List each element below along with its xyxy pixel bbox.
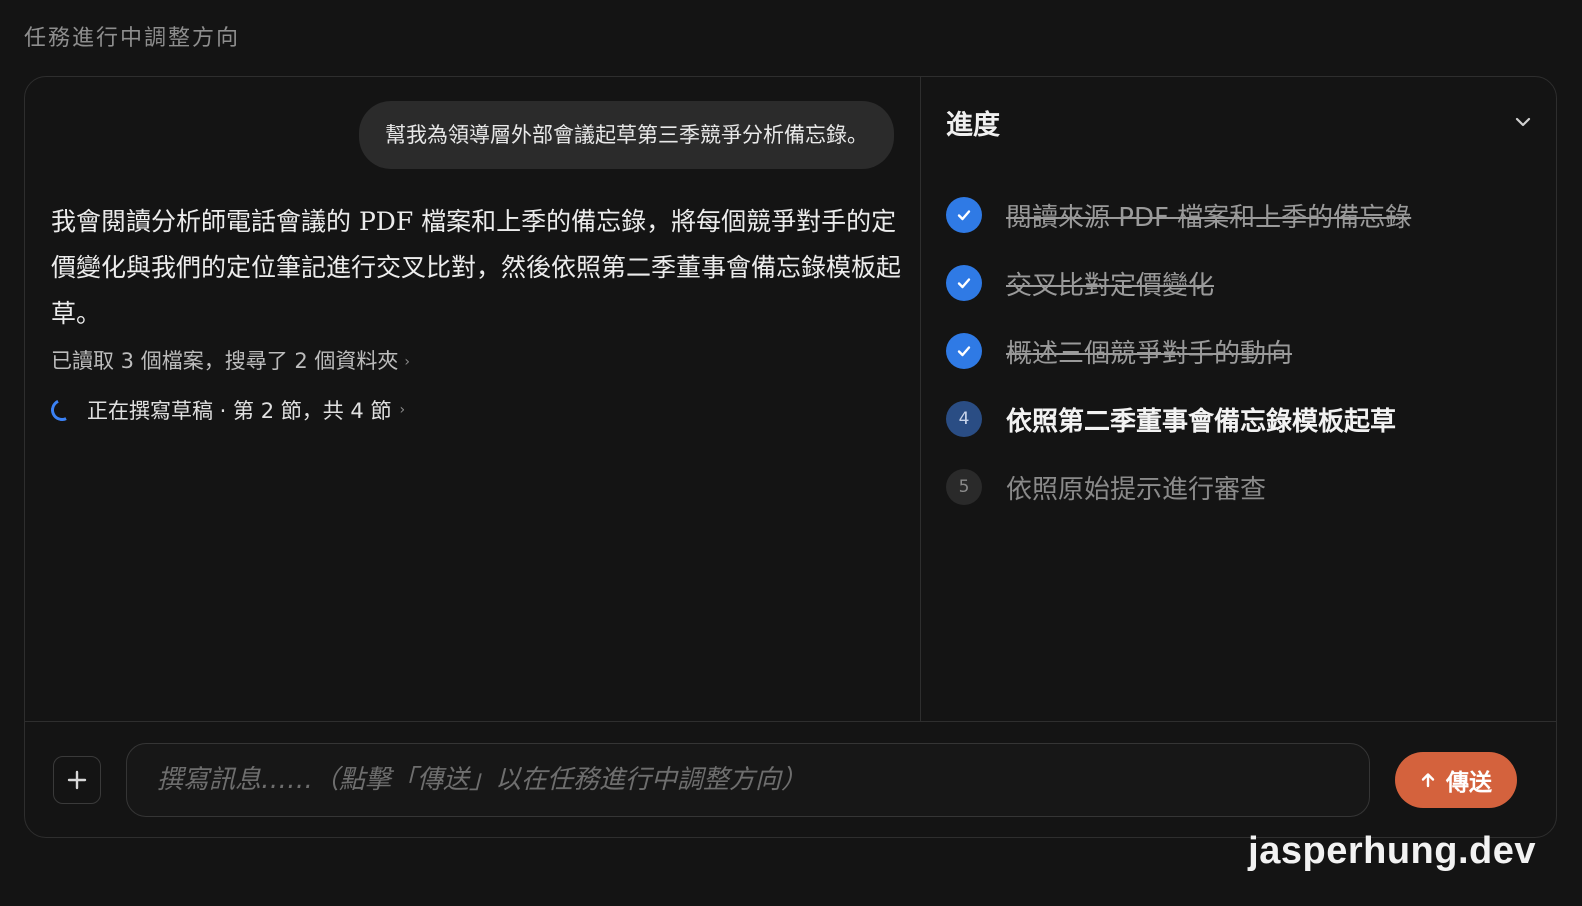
check-icon: [946, 333, 982, 369]
progress-step: 概述三個競爭對手的動向: [946, 317, 1526, 385]
assistant-message: 我會閱讀分析師電話會議的 PDF 檔案和上季的備忘錄，將每個競爭對手的定價變化與…: [51, 207, 902, 328]
chevron-right-icon: ›: [399, 402, 406, 418]
status-text: 正在撰寫草稿 · 第 2 節，共 4 節: [87, 399, 392, 423]
activity-summary-text: 已讀取 3 個檔案，搜尋了 2 個資料夾: [51, 349, 399, 373]
chevron-right-icon: ›: [404, 354, 411, 370]
step-number-badge: 5: [946, 469, 982, 505]
message-input[interactable]: [126, 743, 1370, 817]
step-label: 依照原始提示進行審查: [1006, 474, 1267, 505]
check-icon: [946, 265, 982, 301]
step-label: 閱讀來源 PDF 檔案和上季的備忘錄: [1006, 202, 1412, 233]
send-button-label: 傳送: [1446, 770, 1492, 796]
progress-pane: 進度 閱讀來源 PDF 檔案和上季的備忘錄 交叉比對定價變化 概述三個競爭對手的…: [922, 77, 1556, 721]
step-label: 概述三個競爭對手的動向: [1006, 338, 1293, 369]
page-title: 任務進行中調整方向: [24, 26, 241, 51]
progress-step: 5 依照原始提示進行審查: [946, 453, 1526, 521]
composer: 傳送: [25, 721, 1556, 837]
activity-summary[interactable]: 已讀取 3 個檔案，搜尋了 2 個資料夾 ›: [51, 345, 410, 375]
step-number-badge: 4: [946, 401, 982, 437]
plus-icon: [67, 770, 87, 790]
task-panel: 幫我為領導層外部會議起草第三季競爭分析備忘錄。 我會閱讀分析師電話會議的 PDF…: [24, 76, 1557, 838]
progress-steps: 閱讀來源 PDF 檔案和上季的備忘錄 交叉比對定價變化 概述三個競爭對手的動向 …: [946, 181, 1526, 521]
progress-title: 進度: [946, 110, 1000, 141]
add-attachment-button[interactable]: [53, 756, 101, 804]
progress-step: 閱讀來源 PDF 檔案和上季的備忘錄: [946, 181, 1526, 249]
step-label: 依照第二季董事會備忘錄模板起草: [1006, 406, 1397, 437]
page: 任務進行中調整方向 幫我為領導層外部會議起草第三季競爭分析備忘錄。 我會閱讀分析…: [0, 0, 1582, 906]
step-label: 交叉比對定價變化: [1006, 270, 1215, 301]
check-icon: [946, 197, 982, 233]
chevron-down-icon[interactable]: [1514, 113, 1532, 131]
watermark: jasperhung.dev: [1248, 830, 1536, 872]
chat-pane: 幫我為領導層外部會議起草第三季競爭分析備忘錄。 我會閱讀分析師電話會議的 PDF…: [25, 77, 921, 721]
user-message-bubble: 幫我為領導層外部會議起草第三季競爭分析備忘錄。: [359, 101, 894, 169]
progress-step: 4 依照第二季董事會備忘錄模板起草: [946, 385, 1526, 453]
send-button[interactable]: 傳送: [1395, 752, 1517, 808]
arrow-up-icon: [1421, 773, 1435, 788]
progress-step: 交叉比對定價變化: [946, 249, 1526, 317]
spinner-icon: [47, 395, 77, 425]
status-line[interactable]: 正在撰寫草稿 · 第 2 節，共 4 節 ›: [47, 395, 406, 425]
